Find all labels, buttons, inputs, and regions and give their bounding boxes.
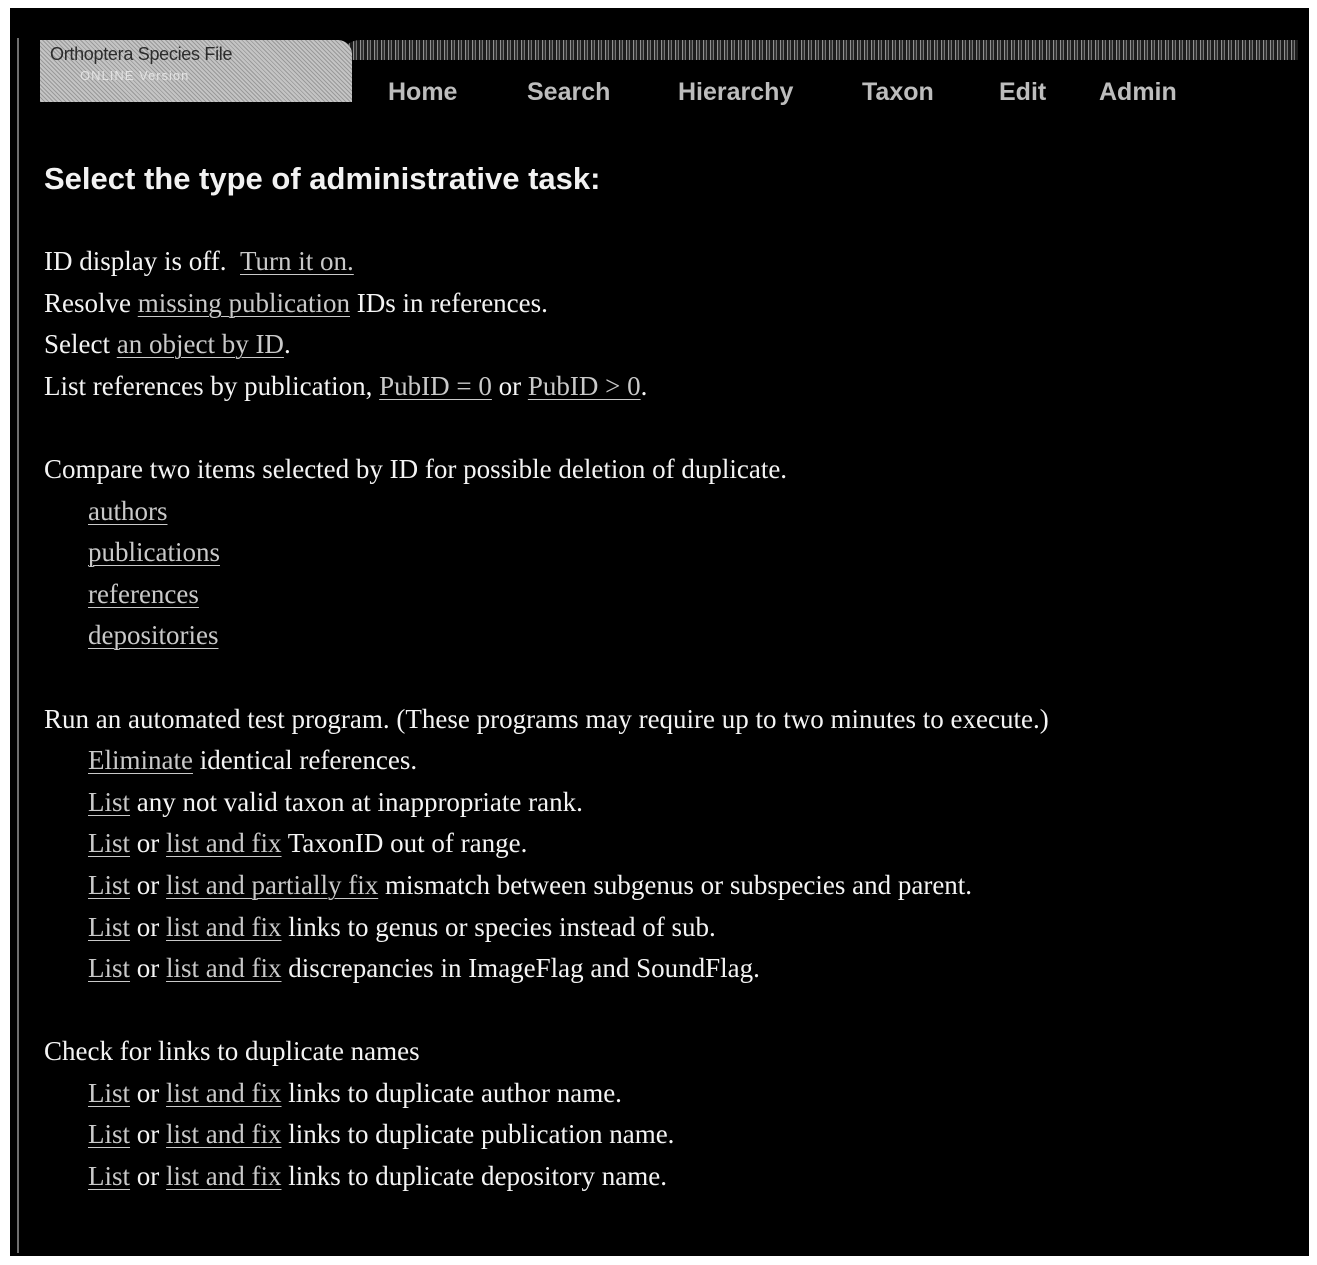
turn-on-id-display-link[interactable]: Turn it on. bbox=[240, 246, 354, 276]
list-and-fix-links-to-genus-link[interactable]: list and fix bbox=[166, 912, 282, 942]
id-display-status: ID display is off. bbox=[44, 246, 227, 276]
list-invalid-rank-link[interactable]: List bbox=[88, 787, 130, 817]
list-subgenus-mismatch-link[interactable]: List bbox=[88, 870, 130, 900]
test-text: mismatch between subgenus or subspecies … bbox=[384, 869, 973, 900]
header-texture-strip bbox=[340, 40, 1298, 60]
test-invalid-rank-row: List any not valid taxon at inappropriat… bbox=[44, 782, 1049, 824]
list-dup-depository-link[interactable]: List bbox=[88, 1161, 130, 1191]
admin-task-list: ID display is off. Turn it on. Resolve m… bbox=[44, 241, 1049, 1198]
list-flag-discrepancies-link[interactable]: List bbox=[88, 953, 130, 983]
test-text: links to genus or species instead of sub… bbox=[288, 911, 716, 942]
nav-hierarchy[interactable]: Hierarchy bbox=[678, 78, 793, 107]
list-dup-publication-link[interactable]: List bbox=[88, 1119, 130, 1149]
object-by-id-link[interactable]: an object by ID bbox=[117, 329, 284, 359]
compare-authors-link[interactable]: authors bbox=[88, 496, 167, 526]
or-text: or bbox=[136, 953, 160, 984]
pubid-zero-link[interactable]: PubID = 0 bbox=[379, 371, 492, 401]
or-text: or bbox=[136, 1119, 160, 1150]
test-text: identical references. bbox=[199, 745, 418, 776]
list-and-fix-flag-discrepancies-link[interactable]: list and fix bbox=[166, 953, 282, 983]
dup-text: links to duplicate depository name. bbox=[288, 1161, 667, 1192]
test-taxonid-row: List or list and fix TaxonID out of rang… bbox=[44, 823, 1049, 865]
nav-admin[interactable]: Admin bbox=[1099, 78, 1177, 107]
dup-text: links to duplicate publication name. bbox=[288, 1119, 675, 1150]
nav-edit[interactable]: Edit bbox=[999, 78, 1046, 107]
compare-intro: Compare two items selected by ID for pos… bbox=[44, 453, 788, 484]
dup-depository-row: List or list and fix links to duplicate … bbox=[44, 1156, 1049, 1198]
resolve-suffix: IDs in references. bbox=[356, 287, 548, 318]
logo-title: Orthoptera Species File bbox=[50, 44, 233, 64]
compare-publications-row: publications bbox=[44, 532, 1049, 574]
id-display-line: ID display is off. Turn it on. bbox=[44, 241, 1049, 283]
left-border-rule bbox=[17, 38, 19, 1253]
or-text: or bbox=[136, 1077, 160, 1108]
compare-depositories-link[interactable]: depositories bbox=[88, 620, 218, 650]
list-refs-suffix: . bbox=[640, 370, 648, 401]
nav-search[interactable]: Search bbox=[527, 78, 610, 107]
page-title: Select the type of administrative task: bbox=[44, 161, 601, 196]
duplicates-intro: Check for links to duplicate names bbox=[44, 1036, 420, 1067]
or-text: or bbox=[136, 911, 160, 942]
compare-references-row: references bbox=[44, 574, 1049, 616]
or-text: or bbox=[498, 370, 522, 401]
dup-text: links to duplicate author name. bbox=[288, 1077, 622, 1108]
list-refs-prefix: List references by publication, bbox=[44, 370, 373, 401]
compare-authors-row: authors bbox=[44, 491, 1049, 533]
or-text: or bbox=[136, 869, 160, 900]
nav-home[interactable]: Home bbox=[388, 78, 457, 107]
list-dup-author-link[interactable]: List bbox=[88, 1078, 130, 1108]
compare-publications-link[interactable]: publications bbox=[88, 537, 220, 567]
test-text: TaxonID out of range. bbox=[287, 828, 528, 859]
test-text: discrepancies in ImageFlag and SoundFlag… bbox=[288, 953, 760, 984]
resolve-line: Resolve missing publication IDs in refer… bbox=[44, 283, 1049, 325]
tests-intro: Run an automated test program. (These pr… bbox=[44, 703, 1049, 734]
or-text: or bbox=[136, 828, 160, 859]
site-logo[interactable]: Orthoptera Species File ONLINE Version bbox=[40, 40, 352, 102]
list-and-partially-fix-mismatch-link[interactable]: list and partially fix bbox=[166, 870, 378, 900]
compare-references-link[interactable]: references bbox=[88, 579, 199, 609]
select-object-line: Select an object by ID. bbox=[44, 324, 1049, 366]
dup-author-row: List or list and fix links to duplicate … bbox=[44, 1073, 1049, 1115]
or-text: or bbox=[136, 1161, 160, 1192]
select-prefix: Select bbox=[44, 329, 110, 360]
list-references-line: List references by publication, PubID = … bbox=[44, 366, 1049, 408]
eliminate-identical-refs-link[interactable]: Eliminate bbox=[88, 745, 193, 775]
list-and-fix-dup-depository-link[interactable]: list and fix bbox=[166, 1161, 282, 1191]
test-mismatch-row: List or list and partially fix mismatch … bbox=[44, 865, 1049, 907]
resolve-prefix: Resolve bbox=[44, 287, 131, 318]
test-text: any not valid taxon at inappropriate ran… bbox=[136, 786, 583, 817]
select-suffix: . bbox=[283, 329, 291, 360]
missing-publication-link[interactable]: missing publication bbox=[138, 288, 350, 318]
list-links-to-genus-link[interactable]: List bbox=[88, 912, 130, 942]
test-flags-row: List or list and fix discrepancies in Im… bbox=[44, 948, 1049, 990]
app-frame: Orthoptera Species File ONLINE Version H… bbox=[10, 8, 1309, 1256]
list-taxonid-range-link[interactable]: List bbox=[88, 828, 130, 858]
dup-publication-row: List or list and fix links to duplicate … bbox=[44, 1114, 1049, 1156]
logo-subtitle: ONLINE Version bbox=[80, 68, 190, 83]
list-and-fix-taxonid-range-link[interactable]: list and fix bbox=[166, 828, 282, 858]
test-eliminate-row: Eliminate identical references. bbox=[44, 740, 1049, 782]
nav-taxon[interactable]: Taxon bbox=[862, 78, 934, 107]
test-links-sub-row: List or list and fix links to genus or s… bbox=[44, 907, 1049, 949]
pubid-gt-zero-link[interactable]: PubID > 0 bbox=[528, 371, 641, 401]
compare-depositories-row: depositories bbox=[44, 615, 1049, 657]
list-and-fix-dup-publication-link[interactable]: list and fix bbox=[166, 1119, 282, 1149]
site-header: Orthoptera Species File ONLINE Version H… bbox=[40, 34, 1298, 110]
list-and-fix-dup-author-link[interactable]: list and fix bbox=[166, 1078, 282, 1108]
